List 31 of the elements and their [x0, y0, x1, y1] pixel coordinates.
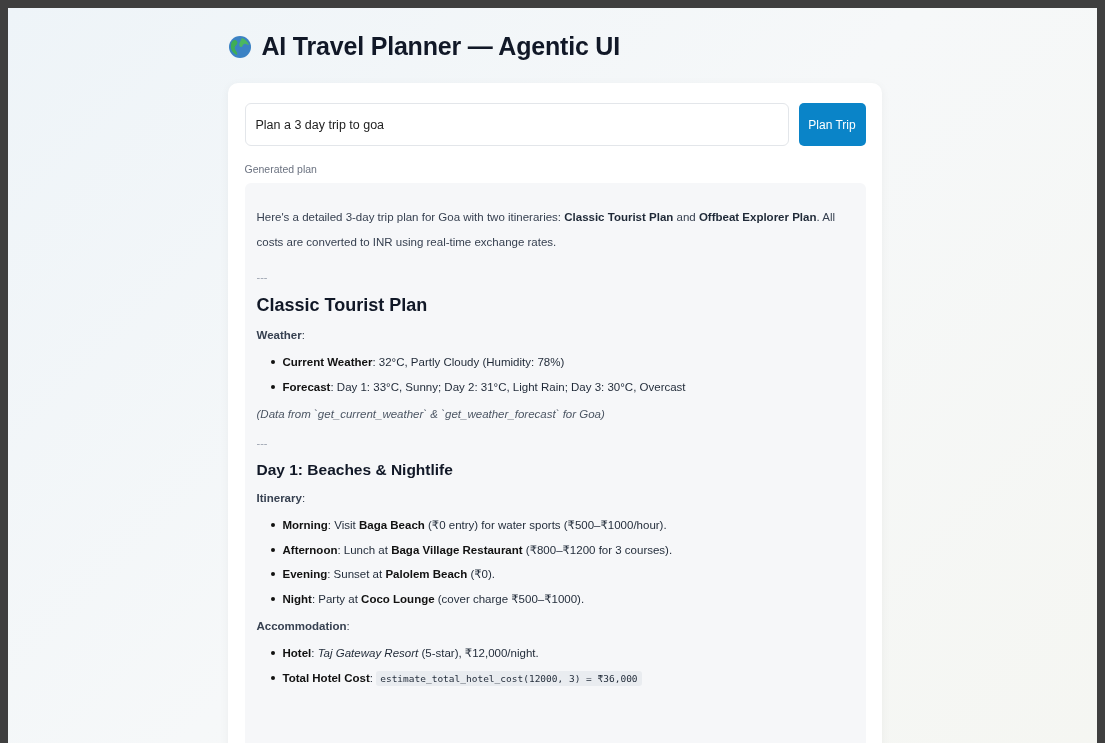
- globe-icon: [227, 34, 252, 59]
- bullet-icon: [270, 651, 275, 656]
- subsection-label: Accommodation:: [256, 619, 351, 634]
- output-label: Generated plan: [244, 163, 318, 175]
- intro-paragraph: Here's a detailed 3-day trip plan for Goa with two itineraries: Classic Tourist Plan and Offbeat Explorer Plan. All costs are converted to INR using real-time exchange rates.: [256, 210, 837, 250]
- plan-trip-button[interactable]: Plan Trip: [798, 103, 866, 146]
- bullet-icon: [270, 596, 275, 601]
- bullet-icon: [270, 523, 275, 528]
- subsection-label: Itinerary:: [256, 491, 307, 506]
- section-heading: Classic Tourist Plan: [256, 295, 429, 316]
- bullet-icon: [270, 572, 275, 577]
- bullet-icon: [270, 676, 275, 681]
- separator-text: ---: [256, 436, 269, 451]
- code-snippet: estimate_total_hotel_cost(12000, 3) = ₹36,000: [376, 670, 642, 686]
- prompt-input[interactable]: Plan a 3 day trip to goa: [244, 103, 789, 146]
- list-item-text: Night: Party at Coco Lounge (cover charge ₹500–₹1000).: [282, 591, 585, 607]
- data-note: (Data from `get_current_weather` & `get_weather_forecast` for Goa): [256, 407, 606, 422]
- list-item-text: Hotel: Taj Gateway Resort (5-star), ₹12,000/night.: [282, 646, 539, 661]
- list-item-text: Morning: Visit Baga Beach (₹0 entry) for water sports (₹500–₹1000/hour).: [282, 518, 667, 533]
- list-item-text: Forecast: Day 1: 33°C, Sunny; Day 2: 31°C, Light Rain; Day 3: 30°C, Overcast: [282, 379, 686, 395]
- day-heading: Day 1: Beaches & Nightlife: [256, 461, 454, 479]
- page-title: AI Travel Planner — Agentic UI: [261, 32, 620, 61]
- list-item-text: Evening: Sunset at Palolem Beach (₹0).: [282, 567, 495, 582]
- separator-text: ---: [256, 270, 269, 285]
- bullet-icon: [270, 360, 275, 365]
- bullet-icon: [270, 547, 275, 552]
- subsection-label: Weather:: [256, 328, 306, 343]
- list-item-label: Total Hotel Cost:: [282, 671, 374, 684]
- list-item-text: Afternoon: Lunch at Baga Village Restaurant (₹800–₹1200 for 3 courses).: [282, 542, 673, 558]
- list-item-text: Current Weather: 32°C, Partly Cloudy (Humidity: 78%): [282, 355, 565, 370]
- bullet-icon: [270, 384, 275, 389]
